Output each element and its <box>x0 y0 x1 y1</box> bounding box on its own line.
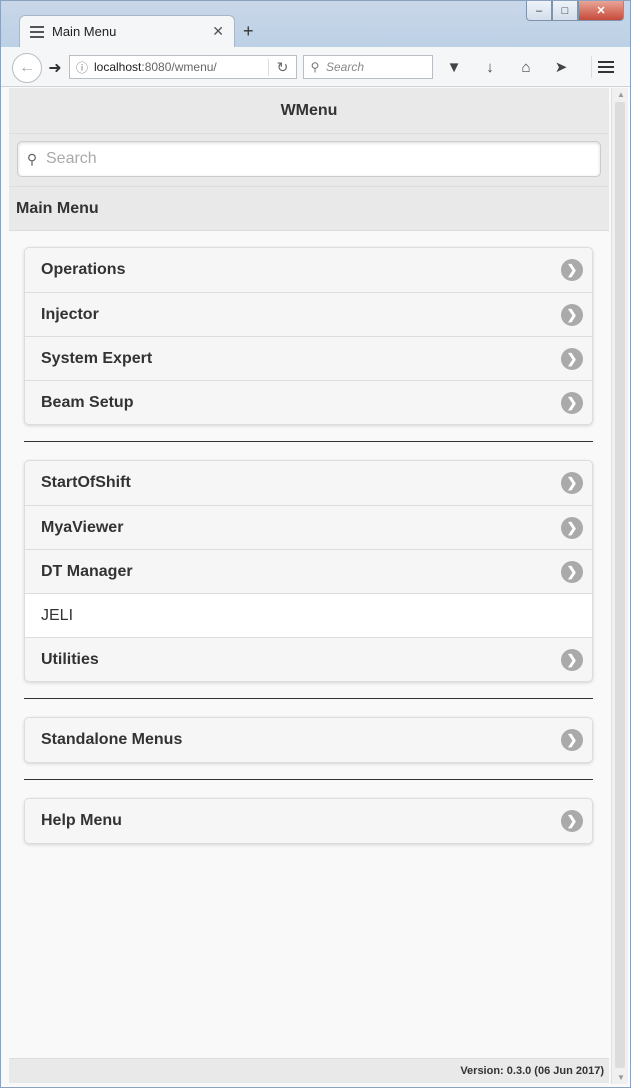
maximize-button[interactable]: □ <box>552 1 578 21</box>
url-host: localhost <box>94 60 142 74</box>
menu-item-operations[interactable]: Operations ❯ <box>25 248 592 292</box>
version-text: Version: 0.3.0 (06 Jun 2017) <box>460 1065 604 1077</box>
tab-page-icon <box>30 25 44 38</box>
menu-item-label: StartOfShift <box>41 474 131 491</box>
browser-window: – □ ✕ Main Menu ✕ + ← ➜ ⓘ localhost:8080… <box>0 0 631 1088</box>
hamburger-menu-icon[interactable] <box>591 56 615 78</box>
url-path: :8080/wmenu/ <box>141 60 217 74</box>
close-window-button[interactable]: ✕ <box>578 1 624 21</box>
menu-group-1: Operations ❯ Injector ❯ System Expert ❯ Bea… <box>24 247 593 425</box>
search-container: ⚲ <box>9 134 609 186</box>
menu-item-system-expert[interactable]: System Expert ❯ <box>25 336 592 380</box>
pocket-icon[interactable]: ▼ <box>442 55 466 79</box>
scroll-down-icon[interactable]: ▼ <box>617 1073 625 1082</box>
menu-item-standalone-menus[interactable]: Standalone Menus ❯ <box>25 718 592 762</box>
navigation-toolbar: ← ➜ ⓘ localhost:8080/wmenu/ ↻ ⚲ Search ▼… <box>1 47 630 87</box>
menu-item-label: MyaViewer <box>41 518 124 536</box>
url-text[interactable]: localhost:8080/wmenu/ <box>94 60 268 74</box>
menu-item-startofshift[interactable]: StartOfShift ❯ <box>25 461 592 505</box>
menu-item-label: DT Manager <box>41 562 133 580</box>
chevron-right-icon: ❯ <box>561 472 583 494</box>
tab-close-icon[interactable]: ✕ <box>212 23 224 40</box>
minimize-button[interactable]: – <box>526 1 552 21</box>
title-bar: – □ ✕ Main Menu ✕ + <box>1 1 630 47</box>
section-title: Main Menu <box>9 186 609 231</box>
info-icon[interactable]: ⓘ <box>70 59 94 76</box>
browser-tab[interactable]: Main Menu ✕ <box>19 15 235 47</box>
chevron-right-icon: ❯ <box>561 560 583 583</box>
menu-group-2: StartOfShift ❯ MyaViewer ❯ DT Manager ❯ JEL… <box>24 460 593 682</box>
menu-item-help-menu[interactable]: Help Menu ❯ <box>25 799 592 843</box>
home-icon[interactable]: ⌂ <box>514 55 538 79</box>
menu-list: Operations ❯ Injector ❯ System Expert ❯ Bea… <box>9 231 609 844</box>
divider <box>24 698 593 699</box>
menu-item-injector[interactable]: Injector ❯ <box>25 292 592 336</box>
menu-group-4: Help Menu ❯ <box>24 798 593 844</box>
menu-item-label: Utilities <box>41 650 99 668</box>
forward-button[interactable]: ➜ <box>43 56 67 80</box>
menu-item-beam-setup[interactable]: Beam Setup ❯ <box>25 380 592 424</box>
menu-item-jeli[interactable]: JELI <box>25 593 592 637</box>
chevron-right-icon: ❯ <box>561 810 583 832</box>
search-icon: ⚲ <box>310 60 320 74</box>
chevron-right-icon: ❯ <box>561 347 583 370</box>
tab-title: Main Menu <box>52 24 117 39</box>
chevron-right-icon: ❯ <box>561 729 583 751</box>
new-tab-button[interactable]: + <box>243 21 254 42</box>
search-box[interactable]: ⚲ <box>17 141 601 177</box>
chevron-right-icon: ❯ <box>561 391 583 414</box>
menu-item-utilities[interactable]: Utilities ❯ <box>25 637 592 681</box>
menu-item-label: Beam Setup <box>41 393 134 411</box>
page-scrollbar[interactable]: ▲ ▼ <box>611 88 628 1084</box>
scroll-up-icon[interactable]: ▲ <box>617 90 625 99</box>
browser-search-placeholder: Search <box>326 60 365 74</box>
menu-item-label: System Expert <box>41 349 153 367</box>
menu-item-label: Standalone Menus <box>41 731 183 748</box>
send-icon[interactable]: ➤ <box>549 55 573 79</box>
menu-group-3: Standalone Menus ❯ <box>24 717 593 763</box>
menu-item-dt-manager[interactable]: DT Manager ❯ <box>25 549 592 593</box>
reload-icon[interactable]: ↻ <box>268 58 296 76</box>
chevron-right-icon: ❯ <box>561 259 583 281</box>
window-controls: – □ ✕ <box>526 1 624 21</box>
page-content: WMenu ⚲ Main Menu Operations ❯ Injector ❯ … <box>9 88 609 1058</box>
back-button[interactable]: ← <box>12 53 42 83</box>
page-title: WMenu <box>9 88 609 134</box>
download-icon[interactable]: ↓ <box>478 55 502 79</box>
browser-search-bar[interactable]: ⚲ Search <box>303 55 433 79</box>
chevron-right-icon: ❯ <box>561 516 583 539</box>
menu-item-label: Injector <box>41 305 99 323</box>
menu-item-label: JELI <box>41 606 74 624</box>
chevron-right-icon: ❯ <box>561 648 583 671</box>
divider <box>24 441 593 442</box>
menu-item-label: Operations <box>41 261 126 278</box>
search-icon: ⚲ <box>26 150 38 167</box>
menu-item-label: Help Menu <box>41 812 122 829</box>
chevron-right-icon: ❯ <box>561 303 583 326</box>
version-footer: Version: 0.3.0 (06 Jun 2017) <box>9 1058 609 1083</box>
divider <box>24 779 593 780</box>
menu-item-myaviewer[interactable]: MyaViewer ❯ <box>25 505 592 549</box>
scrollbar-thumb[interactable] <box>615 102 625 1068</box>
url-bar[interactable]: ⓘ localhost:8080/wmenu/ ↻ <box>69 55 297 79</box>
search-input[interactable] <box>46 150 600 168</box>
